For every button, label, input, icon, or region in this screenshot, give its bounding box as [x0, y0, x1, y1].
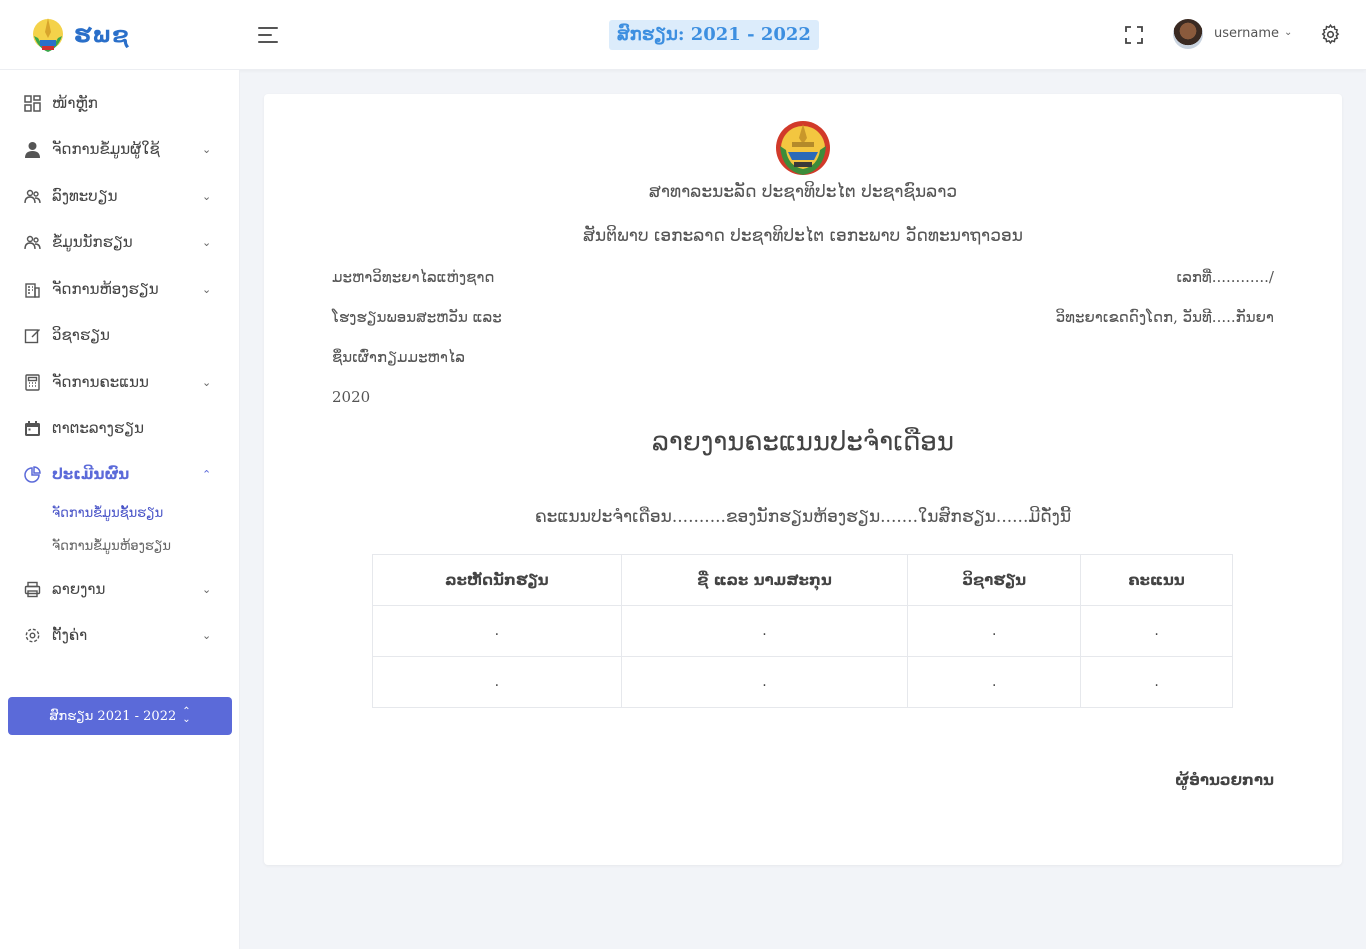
sidebar-item-label: ຈັດການຄະແນນ — [52, 373, 149, 391]
chevron-down-icon: ⌄ — [202, 628, 212, 642]
column-header-full-name: ຊື່ ແລະ ນາມສະກຸນ — [620, 554, 909, 606]
gear-icon — [25, 628, 40, 642]
report-title: ລາຍງານຄະແນນປະຈຳເດືອນ — [652, 427, 954, 457]
national-motto: ສັນຕິພາບ ເອກະລາດ ປະຊາທິປະໄຕ ເອກະພາບ ວັດທ… — [583, 226, 1023, 246]
hamburger-line — [258, 34, 272, 36]
table-cell: . — [372, 656, 622, 708]
sidebar-item-label: ຕັ້ງຄ່າ — [52, 626, 88, 644]
menu-toggle-button[interactable] — [258, 27, 278, 43]
sidebar-item-registration[interactable]: ລົງທະບຽນ ⌄ — [0, 176, 240, 216]
sidebar-item-label: ໜ້າຫຼັກ — [52, 94, 98, 112]
report-card: ສາທາລະນະລັດ ປະຊາທິປະໄຕ ປະຊາຊົນລາວ ສັນຕິພ… — [264, 94, 1342, 865]
sidebar-item-label: ວິຊາຮຽນ — [52, 326, 110, 344]
chevron-down-icon: ⌄ — [202, 235, 212, 249]
sidebar-item-timetable[interactable]: ຕາຕະລາງຮຽນ — [0, 408, 240, 448]
sidebar-item-label: ປະເມີນຜົນ — [52, 465, 130, 483]
academic-year-badge: ສົກຮຽນ: 2021 - 2022 — [609, 20, 819, 50]
sidebar-subitem-class-data[interactable]: ຈັດການຂໍ້ມູນຊັ້ນຮຽນ — [52, 506, 163, 521]
school-name: ໂຮງຮຽນພອນສະຫວັນ ແລະ — [332, 308, 502, 326]
document-number: ເລກທີ່............/ — [1176, 268, 1274, 286]
gear-icon[interactable] — [1320, 24, 1341, 45]
sidebar-item-classrooms[interactable]: ຈັດການຫ້ອງຮຽນ ⌄ — [0, 269, 240, 309]
calculator-icon — [25, 373, 40, 391]
calendar-icon — [25, 420, 40, 436]
table-header-row: ລະຫັດນັກຮຽນ ຊື່ ແລະ ນາມສະກຸນ ວິຊາຮຽນ ຄະແ… — [372, 554, 1233, 606]
column-header-subject: ວິຊາຮຽນ — [907, 554, 1082, 606]
chevron-down-icon[interactable]: ⌄ — [1284, 27, 1292, 38]
academic-year-selector-button[interactable]: ສົກຮຽນ 2021 - 2022 ⌃ ⌄ — [8, 697, 232, 735]
scores-table: ລະຫັດນັກຮຽນ ຊື່ ແລະ ນາມສະກຸນ ວິຊາຮຽນ ຄະແ… — [372, 554, 1233, 708]
pie-chart-icon — [24, 465, 41, 483]
table-cell: . — [620, 605, 909, 657]
hamburger-line — [258, 27, 278, 29]
sidebar-item-home[interactable]: ໜ້າຫຼັກ — [0, 83, 240, 123]
user-avatar[interactable] — [1173, 19, 1203, 49]
director-signature-label: ຜູ້ອຳນວຍການ — [1175, 771, 1274, 789]
year-button-label: ສົກຮຽນ 2021 - 2022 — [49, 708, 177, 724]
national-emblem-icon — [776, 121, 830, 175]
sidebar-item-label: ຂໍ້ມູນນັກຮຽນ — [52, 233, 133, 251]
school-name-continued: ຊຶ່ນເຜົ່າກຽມມະຫາໄລ — [332, 348, 466, 366]
chevron-down-icon: ⌄ — [202, 375, 212, 389]
chevron-up-icon: ⌃ — [202, 467, 212, 481]
document-place-date: ວິທະຍາເຂດດົງໂດກ, ວັນທີ.....ກັນຍາ — [1055, 308, 1274, 326]
sidebar-item-label: ລາຍງານ — [52, 580, 106, 598]
table-cell: . — [620, 656, 909, 708]
printer-icon — [24, 581, 41, 597]
fullscreen-icon[interactable] — [1125, 26, 1143, 44]
table-cell: . — [1080, 605, 1233, 657]
hamburger-line — [258, 41, 278, 43]
table-row: . . . . — [372, 605, 1233, 657]
app-logo[interactable]: ຮພຊ — [28, 14, 130, 56]
sidebar-item-students[interactable]: ຂໍ້ມູນນັກຮຽນ ⌄ — [0, 222, 240, 262]
republic-heading: ສາທາລະນະລັດ ປະຊາທິປະໄຕ ປະຊາຊົນລາວ — [648, 182, 958, 202]
chevron-down-icon: ⌄ — [202, 189, 212, 203]
table-cell: . — [907, 605, 1082, 657]
university-name: ມະຫາວິທະຍາໄລແຫ່ງຊາດ — [332, 268, 495, 286]
top-header: ຮພຊ ສົກຮຽນ: 2021 - 2022 username ⌄ — [0, 0, 1366, 70]
sidebar-item-label: ລົງທະບຽນ — [52, 187, 118, 205]
building-icon — [25, 282, 40, 298]
column-header-score: ຄະແນນ — [1080, 554, 1233, 606]
username-label[interactable]: username — [1214, 26, 1279, 41]
document-year: 2020 — [332, 388, 371, 406]
logo-text: ຮພຊ — [74, 22, 130, 48]
students-icon — [24, 235, 41, 249]
logo-emblem-icon — [33, 18, 63, 52]
sidebar-item-evaluation[interactable]: ປະເມີນຜົນ ⌃ — [0, 454, 240, 494]
report-subtitle: ຄະແນນປະຈຳເດືອນ..........ຂອງນັກຮຽນຫ້ອງຮຽນ… — [534, 507, 1072, 527]
dashboard-icon — [24, 94, 41, 112]
sidebar-item-scores[interactable]: ຈັດການຄະແນນ ⌄ — [0, 362, 240, 402]
sidebar-item-reports[interactable]: ລາຍງານ ⌄ — [0, 569, 240, 609]
user-icon — [25, 141, 40, 158]
table-cell: . — [372, 605, 622, 657]
users-icon — [24, 189, 41, 203]
chevron-up-down-icon: ⌃ ⌄ — [182, 706, 191, 725]
column-header-student-id: ລະຫັດນັກຮຽນ — [372, 554, 622, 606]
sidebar-item-subjects[interactable]: ວິຊາຮຽນ — [0, 315, 240, 355]
table-cell: . — [1080, 656, 1233, 708]
sidebar-item-label: ຈັດການຫ້ອງຮຽນ — [52, 280, 159, 298]
chevron-down-icon: ⌄ — [202, 582, 212, 596]
sidebar-subitem-room-data[interactable]: ຈັດການຂໍ້ມູນຫ້ອງຮຽນ — [52, 539, 171, 554]
chevron-down-icon: ⌄ — [202, 142, 212, 156]
sidebar-item-settings[interactable]: ຕັ້ງຄ່າ ⌄ — [0, 615, 240, 655]
sidebar: ໜ້າຫຼັກ ຈັດການຂໍ້ມູນຜູ້ໃຊ້ ⌄ ລົງທະບຽນ ⌄ … — [0, 70, 240, 949]
edit-icon — [24, 328, 40, 343]
table-row: . . . . — [372, 656, 1233, 708]
sidebar-item-users[interactable]: ຈັດການຂໍ້ມູນຜູ້ໃຊ້ ⌄ — [0, 129, 240, 169]
chevron-down-icon: ⌄ — [202, 282, 212, 296]
sidebar-item-label: ຕາຕະລາງຮຽນ — [52, 419, 144, 437]
sidebar-item-label: ຈັດການຂໍ້ມູນຜູ້ໃຊ້ — [52, 140, 160, 158]
table-cell: . — [907, 656, 1082, 708]
